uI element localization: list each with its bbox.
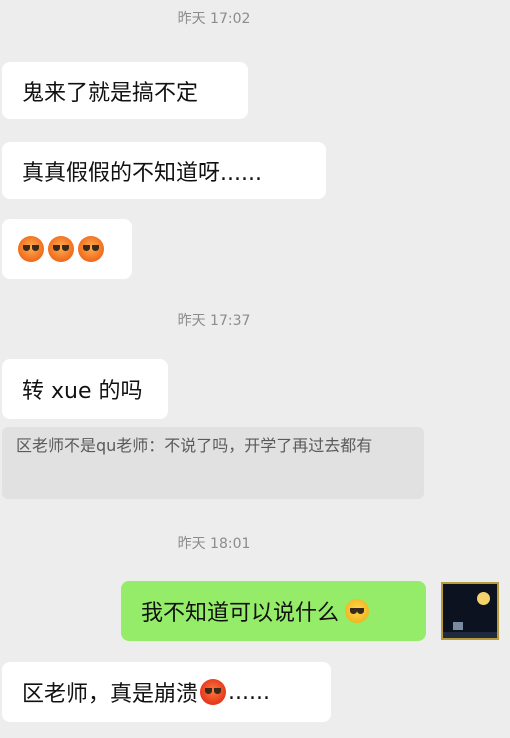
message-text: 转 xue 的吗 bbox=[22, 379, 143, 404]
message-bubble-incoming[interactable]: 区老师，真是崩溃 ...... bbox=[2, 662, 331, 722]
message-text-tail: ...... bbox=[228, 679, 270, 705]
angry-face-icon bbox=[200, 679, 227, 705]
crying-laughing-face-icon bbox=[345, 599, 370, 623]
message-text: 真真假假的不知道呀...... bbox=[22, 160, 262, 186]
sad-face-icon bbox=[18, 236, 44, 262]
moon-icon bbox=[477, 592, 490, 605]
message-bubble-incoming[interactable]: 转 xue 的吗 bbox=[2, 359, 168, 419]
timestamp-3: 昨天 18:01 bbox=[177, 536, 251, 552]
sad-face-icon bbox=[78, 236, 104, 262]
message-text: 鬼来了就是搞不定 bbox=[22, 80, 199, 106]
message-text: 区老师，真是崩溃 bbox=[22, 682, 199, 707]
message-bubble-outgoing[interactable]: 我不知道可以说什么 bbox=[121, 581, 426, 641]
message-bubble-incoming[interactable]: 真真假假的不知道呀...... bbox=[2, 142, 326, 199]
quoted-message-text: 区老师不是qu老师：不说了吗，开学了再过去都有 bbox=[16, 436, 373, 455]
quoted-message[interactable]: 区老师不是qu老师：不说了吗，开学了再过去都有 bbox=[2, 427, 424, 499]
message-bubble-emoji[interactable] bbox=[2, 219, 132, 279]
timestamp-1: 昨天 17:02 bbox=[177, 11, 251, 27]
timestamp-2: 昨天 17:37 bbox=[177, 313, 251, 329]
message-bubble-incoming[interactable]: 鬼来了就是搞不定 bbox=[2, 62, 248, 119]
figure-icon bbox=[453, 622, 463, 630]
sad-face-icon bbox=[48, 236, 74, 262]
message-text: 我不知道可以说什么 bbox=[141, 601, 340, 626]
avatar[interactable] bbox=[441, 582, 499, 640]
